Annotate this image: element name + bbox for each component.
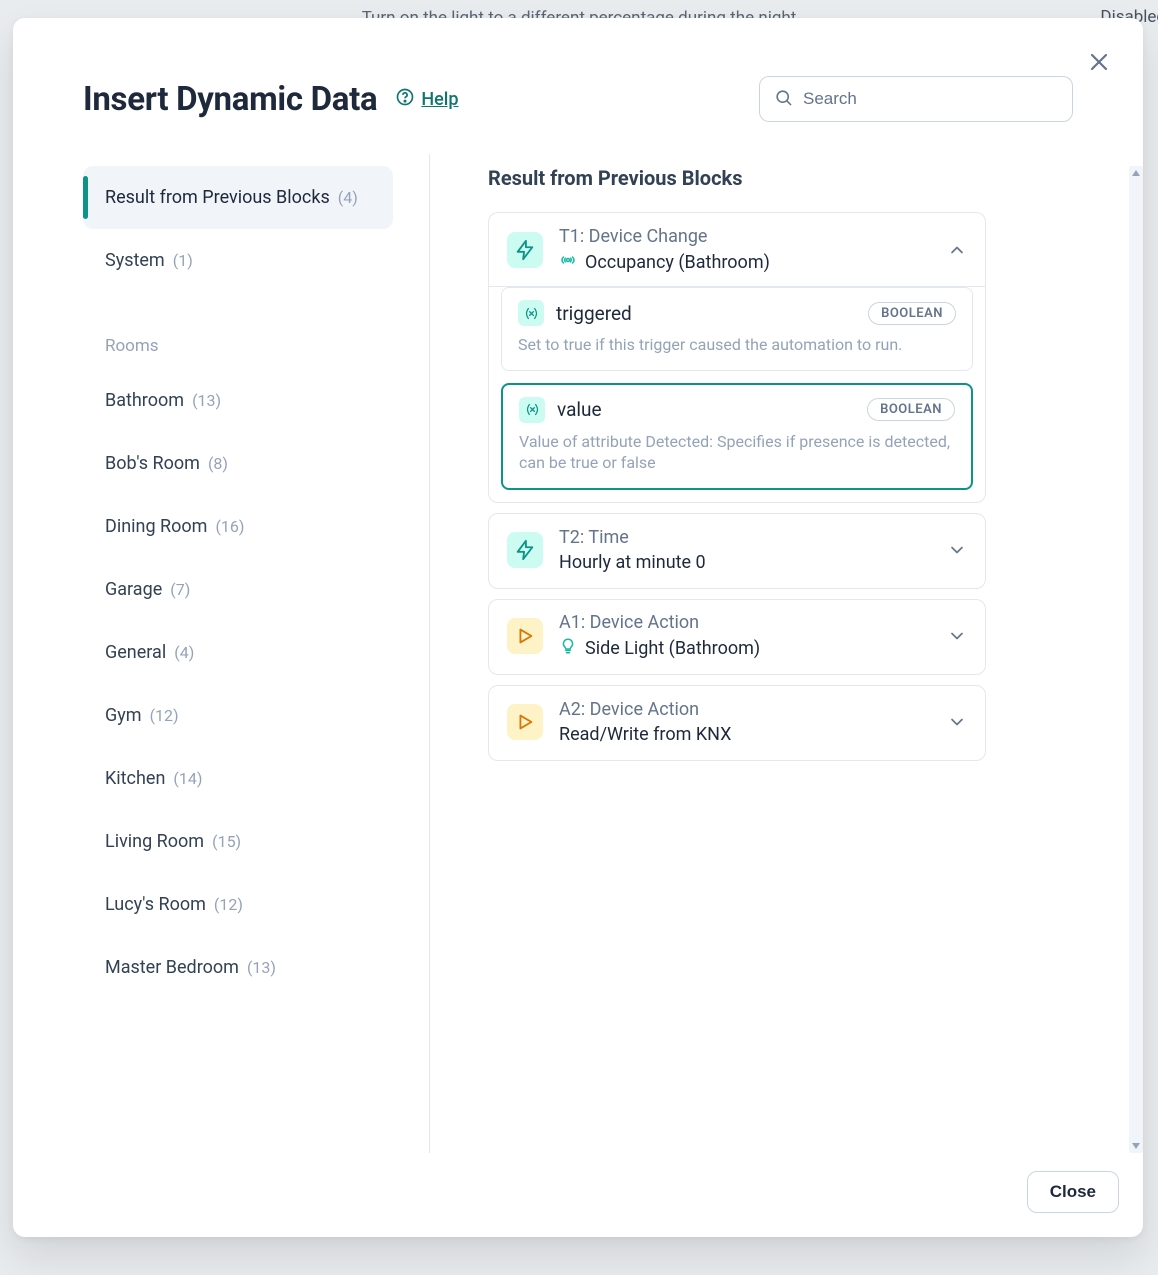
chevron-down-icon (947, 712, 967, 732)
bolt-icon (507, 532, 543, 568)
modal-header: Insert Dynamic Data Help (13, 18, 1143, 122)
sidebar-item-count: (4) (338, 188, 358, 207)
sidebar-item-count: (12) (214, 895, 243, 914)
block-t2-label: T2: Time (559, 527, 931, 548)
modal-title: Insert Dynamic Data (83, 80, 377, 119)
sidebar-item-count: (15) (212, 832, 241, 851)
block-a2-label: A2: Device Action (559, 699, 931, 720)
search-field[interactable] (759, 76, 1073, 122)
sidebar-item-label: General (105, 642, 166, 663)
sidebar-item-system[interactable]: System (1) (83, 229, 393, 292)
sidebar-item-label: Dining Room (105, 516, 207, 537)
sidebar-item-label: Gym (105, 705, 142, 726)
block-t1-header[interactable]: T1: Device Change Occupancy (Bathroom) (489, 213, 985, 287)
sidebar-item-count: (13) (192, 391, 221, 410)
sidebar-item-count: (8) (208, 454, 228, 473)
search-icon (774, 88, 793, 111)
sidebar-section-rooms: Rooms (83, 316, 393, 366)
attr-triggered-name: triggered (556, 302, 856, 325)
chevron-down-icon (947, 626, 967, 646)
sidebar-item-previous-blocks[interactable]: Result from Previous Blocks (4) (83, 166, 393, 229)
modal-footer: Close (13, 1153, 1143, 1237)
block-t2: T2: Time Hourly at minute 0 (488, 513, 986, 589)
sidebar-item-label: Kitchen (105, 768, 165, 789)
attr-triggered[interactable]: triggered BOOLEAN Set to true if this tr… (501, 287, 973, 371)
attr-triggered-desc: Set to true if this trigger caused the a… (518, 334, 956, 356)
sidebar: Result from Previous Blocks (4) System (… (83, 166, 393, 1153)
block-t2-header[interactable]: T2: Time Hourly at minute 0 (489, 514, 985, 588)
help-icon (395, 87, 415, 112)
sidebar-room-lucys-room[interactable]: Lucy's Room (12) (83, 873, 393, 936)
sidebar-item-count: (1) (173, 251, 193, 270)
scrollbar[interactable] (1129, 166, 1143, 1153)
sidebar-item-label: Lucy's Room (105, 894, 206, 915)
insert-dynamic-data-modal: Insert Dynamic Data Help Result from Pre… (13, 18, 1143, 1237)
occupancy-icon (559, 251, 577, 274)
block-a1-sub: Side Light (Bathroom) (585, 638, 760, 659)
sidebar-room-gym[interactable]: Gym (12) (83, 684, 393, 747)
help-link[interactable]: Help (395, 87, 458, 112)
sidebar-item-count: (12) (150, 706, 179, 725)
attr-value-desc: Value of attribute Detected: Specifies i… (519, 431, 955, 474)
block-t2-sub: Hourly at minute 0 (559, 552, 706, 573)
play-icon (507, 704, 543, 740)
sidebar-item-count: (4) (174, 643, 194, 662)
chevron-down-icon (947, 540, 967, 560)
attr-type-badge: BOOLEAN (867, 398, 955, 421)
sidebar-item-label: Bathroom (105, 390, 184, 411)
content-panel: Result from Previous Blocks T1: Device C… (488, 166, 1143, 1153)
sidebar-room-bathroom[interactable]: Bathroom (13) (83, 369, 393, 432)
block-a1-header[interactable]: A1: Device Action Side Light (Bathroom) (489, 600, 985, 674)
block-t1-label: T1: Device Change (559, 226, 931, 247)
scroll-up-icon (1131, 168, 1141, 178)
sidebar-room-living-room[interactable]: Living Room (15) (83, 810, 393, 873)
attr-value-name: value (557, 398, 855, 421)
sidebar-item-count: (16) (215, 517, 244, 536)
vertical-divider (429, 154, 430, 1153)
sidebar-item-label: System (105, 250, 165, 271)
block-a2: A2: Device Action Read/Write from KNX (488, 685, 986, 761)
variable-icon (518, 300, 544, 326)
scroll-down-icon (1131, 1141, 1141, 1151)
sidebar-room-dining-room[interactable]: Dining Room (16) (83, 495, 393, 558)
variable-icon (519, 397, 545, 423)
sidebar-item-label: Living Room (105, 831, 204, 852)
attr-value[interactable]: value BOOLEAN Value of attribute Detecte… (501, 383, 973, 490)
lightbulb-icon (559, 637, 577, 660)
sidebar-room-garage[interactable]: Garage (7) (83, 558, 393, 621)
chevron-up-icon (947, 240, 967, 260)
sidebar-item-label: Garage (105, 579, 162, 600)
block-t1: T1: Device Change Occupancy (Bathroom) (488, 212, 986, 503)
sidebar-room-bobs-room[interactable]: Bob's Room (8) (83, 432, 393, 495)
bolt-icon (507, 232, 543, 268)
sidebar-item-count: (7) (170, 580, 190, 599)
sidebar-room-general[interactable]: General (4) (83, 621, 393, 684)
attr-type-badge: BOOLEAN (868, 302, 956, 325)
sidebar-item-count: (14) (173, 769, 202, 788)
help-label: Help (421, 89, 458, 110)
block-a2-header[interactable]: A2: Device Action Read/Write from KNX (489, 686, 985, 760)
sidebar-room-kitchen[interactable]: Kitchen (14) (83, 747, 393, 810)
play-icon (507, 618, 543, 654)
close-button[interactable]: Close (1027, 1171, 1119, 1213)
block-t1-sub: Occupancy (Bathroom) (585, 252, 770, 273)
sidebar-item-count: (13) (247, 958, 276, 977)
sidebar-item-label: Master Bedroom (105, 957, 239, 978)
block-a1-label: A1: Device Action (559, 612, 931, 633)
search-input[interactable] (803, 89, 1058, 109)
block-a1: A1: Device Action Side Light (Bathroom) (488, 599, 986, 675)
block-a2-sub: Read/Write from KNX (559, 724, 731, 745)
sidebar-item-label: Bob's Room (105, 453, 200, 474)
sidebar-room-master-bedroom[interactable]: Master Bedroom (13) (83, 936, 393, 999)
content-title: Result from Previous Blocks (488, 166, 1103, 190)
sidebar-item-label: Result from Previous Blocks (105, 187, 330, 208)
